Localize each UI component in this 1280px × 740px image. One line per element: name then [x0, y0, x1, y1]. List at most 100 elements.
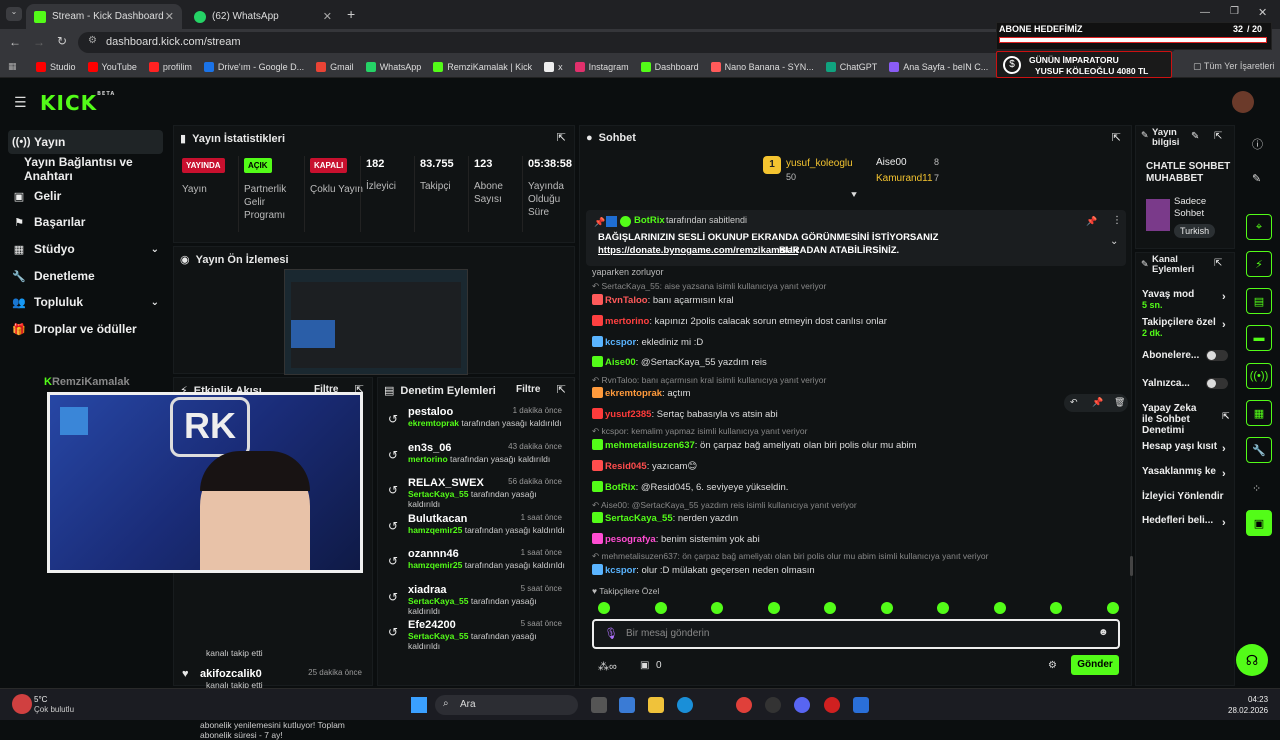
clipboard-icon[interactable]: ▤ [1246, 288, 1272, 314]
sidebar-item-2[interactable]: ▣ Gelir [8, 184, 163, 208]
popout-icon[interactable]: ⇱ [1214, 258, 1222, 269]
chat-scrollbar[interactable] [1130, 556, 1133, 576]
chevron-down-icon[interactable]: ⌄ [151, 297, 159, 308]
pin-icon[interactable]: 📌 [1092, 397, 1103, 408]
tab-search-button[interactable]: ⌄ [6, 7, 22, 21]
close-icon[interactable]: ✕ [165, 10, 174, 23]
gift-icon[interactable]: ▣ [640, 660, 649, 671]
channel-action-item[interactable]: Abonelere... [1142, 350, 1232, 361]
moderator-name[interactable]: hamzqemir25 [408, 560, 462, 570]
moderator-name[interactable]: hamzqemir25 [408, 525, 462, 535]
bookmark-item[interactable]: ChatGPT [825, 61, 877, 72]
scan-icon[interactable]: ⌖ [1246, 214, 1272, 240]
app-icon[interactable] [853, 697, 869, 713]
app-icon[interactable]: ▣ [1246, 510, 1272, 536]
emote-icon[interactable] [1106, 602, 1119, 614]
bookmark-item[interactable]: Drive'ım - Google D... [203, 61, 304, 72]
emote-icon[interactable] [711, 602, 723, 614]
chat-username[interactable]: Resid045 [605, 461, 647, 472]
bookmark-item[interactable]: Ana Sayfa - beIN C... [889, 61, 988, 72]
chevron-down-icon[interactable]: ⌄ [1110, 236, 1118, 247]
category-name[interactable]: Sadece Sohbet [1174, 196, 1226, 220]
bookmark-item[interactable]: RemziKamalak | Kick [433, 61, 532, 72]
bookmark-item[interactable]: Gmail [316, 61, 354, 72]
leader-2-name[interactable]: Aise00 [876, 157, 907, 168]
bookmark-item[interactable]: profilim [148, 61, 192, 72]
dots-icon[interactable]: ⁘ [1252, 482, 1261, 495]
channel-action-item[interactable]: Takipçilere özel 2 dk. › [1142, 317, 1232, 338]
info-icon[interactable]: ⓘ [1252, 136, 1263, 152]
kicks-infinity-icon[interactable]: ⁂∞ [598, 660, 617, 673]
popout-icon[interactable]: ⇱ [1112, 131, 1121, 144]
window-close-icon[interactable]: ✕ [1258, 6, 1267, 19]
unpin-icon[interactable]: 📌 [1086, 216, 1097, 227]
hamburger-menu-icon[interactable]: ☰ [14, 94, 27, 111]
sidebar-item-4[interactable]: ▦ Stüdyo ⌄ [8, 237, 163, 261]
moderation-filter-button[interactable]: Filtre [516, 384, 540, 395]
more-options-icon[interactable]: ⋮ [1112, 215, 1122, 226]
storage-icon[interactable]: ▦ [1246, 400, 1272, 426]
chrome-icon[interactable] [736, 697, 752, 713]
all-bookmarks[interactable]: ▢ Tüm Yer İşaretleri [1193, 61, 1274, 72]
broadcast-icon[interactable]: ((•)) [1246, 363, 1272, 389]
chat-username[interactable]: BotRix [605, 482, 636, 493]
leader-1-name[interactable]: yusuf_koleoglu [786, 158, 853, 169]
maximize-icon[interactable]: ❐ [1230, 6, 1239, 17]
chat-username[interactable]: ekremtoprak [605, 388, 662, 399]
microphone-icon[interactable]: 🎙 [604, 627, 618, 640]
sidebar-item-5[interactable]: 🔧 Denetleme [8, 264, 163, 288]
leader-3-name[interactable]: Kamurand11 [876, 173, 933, 184]
pinned-by-user[interactable]: BotRix [634, 215, 665, 226]
moderator-name[interactable]: mertorino [408, 454, 448, 464]
bookmark-item[interactable]: Dashboard [640, 61, 699, 72]
chat-username[interactable]: kcspor [605, 337, 636, 348]
avatar[interactable] [1232, 91, 1254, 113]
close-icon[interactable]: ✕ [323, 10, 332, 23]
emote-icon[interactable] [767, 602, 780, 614]
popout-icon[interactable]: ⇱ [1214, 131, 1222, 142]
chat-username[interactable]: yusuf2385 [605, 409, 651, 420]
emote-icon[interactable] [880, 602, 893, 614]
channel-action-item[interactable]: Yasaklanmış ke › [1142, 466, 1232, 480]
emoji-icon[interactable]: ☻ [1098, 627, 1109, 638]
task-view-icon[interactable] [591, 697, 607, 713]
sidebar-item-1[interactable]: Yayın Bağlantısı ve Anahtarı [8, 155, 163, 183]
emote-icon[interactable] [1050, 602, 1062, 614]
moderator-name[interactable]: SertacKaya_55 [408, 596, 469, 606]
tab-kick-dashboard[interactable]: Stream - Kick Dashboard ✕ [26, 4, 182, 29]
chat-username[interactable]: mertorino [605, 316, 649, 327]
preview-video[interactable] [284, 269, 468, 375]
moderator-name[interactable]: ekremtoprak [408, 418, 459, 428]
copilot-icon[interactable] [619, 697, 635, 713]
channel-action-item[interactable]: İzleyici Yönlendir [1142, 491, 1232, 502]
chat-username[interactable]: kcspor [605, 565, 636, 576]
forward-arrow-icon[interactable]: → [33, 35, 45, 49]
send-button[interactable]: Gönder [1071, 655, 1119, 675]
support-headset-icon[interactable]: ☊ [1236, 644, 1268, 676]
site-info-icon[interactable]: ⚙ [88, 35, 97, 46]
chat-username[interactable]: mehmetalisuzen637 [605, 440, 695, 451]
chat-username[interactable]: Aise00 [605, 357, 636, 368]
sidebar-item-3[interactable]: ⚑ Başarılar [8, 210, 163, 234]
opera-icon[interactable] [824, 697, 840, 713]
chat-username[interactable]: RvnTaloo [605, 295, 648, 306]
chat-icon[interactable]: ▬ [1246, 325, 1272, 351]
emote-icon[interactable] [937, 602, 949, 614]
chat-username[interactable]: SertacKaya_55 [605, 513, 673, 524]
chevron-down-icon[interactable]: ⌄ [151, 244, 159, 255]
weather-icon[interactable] [12, 694, 32, 714]
minimize-icon[interactable]: — [1200, 7, 1210, 18]
channel-action-item[interactable]: Hesap yaşı kısıt › [1142, 441, 1232, 455]
reload-icon[interactable]: ↻ [57, 34, 67, 48]
sidebar-item-7[interactable]: 🎁 Droplar ve ödüller [8, 317, 163, 341]
action-toggle[interactable] [1206, 350, 1228, 361]
moderator-name[interactable]: SertacKaya_55 [408, 489, 469, 499]
bookmark-item[interactable]: YouTube [87, 61, 137, 72]
moderator-name[interactable]: SertacKaya_55 [408, 631, 469, 641]
emote-icon[interactable] [824, 602, 836, 614]
language-tag[interactable]: Turkish [1174, 224, 1216, 238]
discord-icon[interactable] [794, 697, 810, 713]
gear-icon[interactable]: ⚙ [1048, 660, 1057, 671]
kick-logo[interactable]: KICKBETA [40, 91, 115, 115]
bookmark-item[interactable]: Nano Banana - SYN... [710, 61, 814, 72]
